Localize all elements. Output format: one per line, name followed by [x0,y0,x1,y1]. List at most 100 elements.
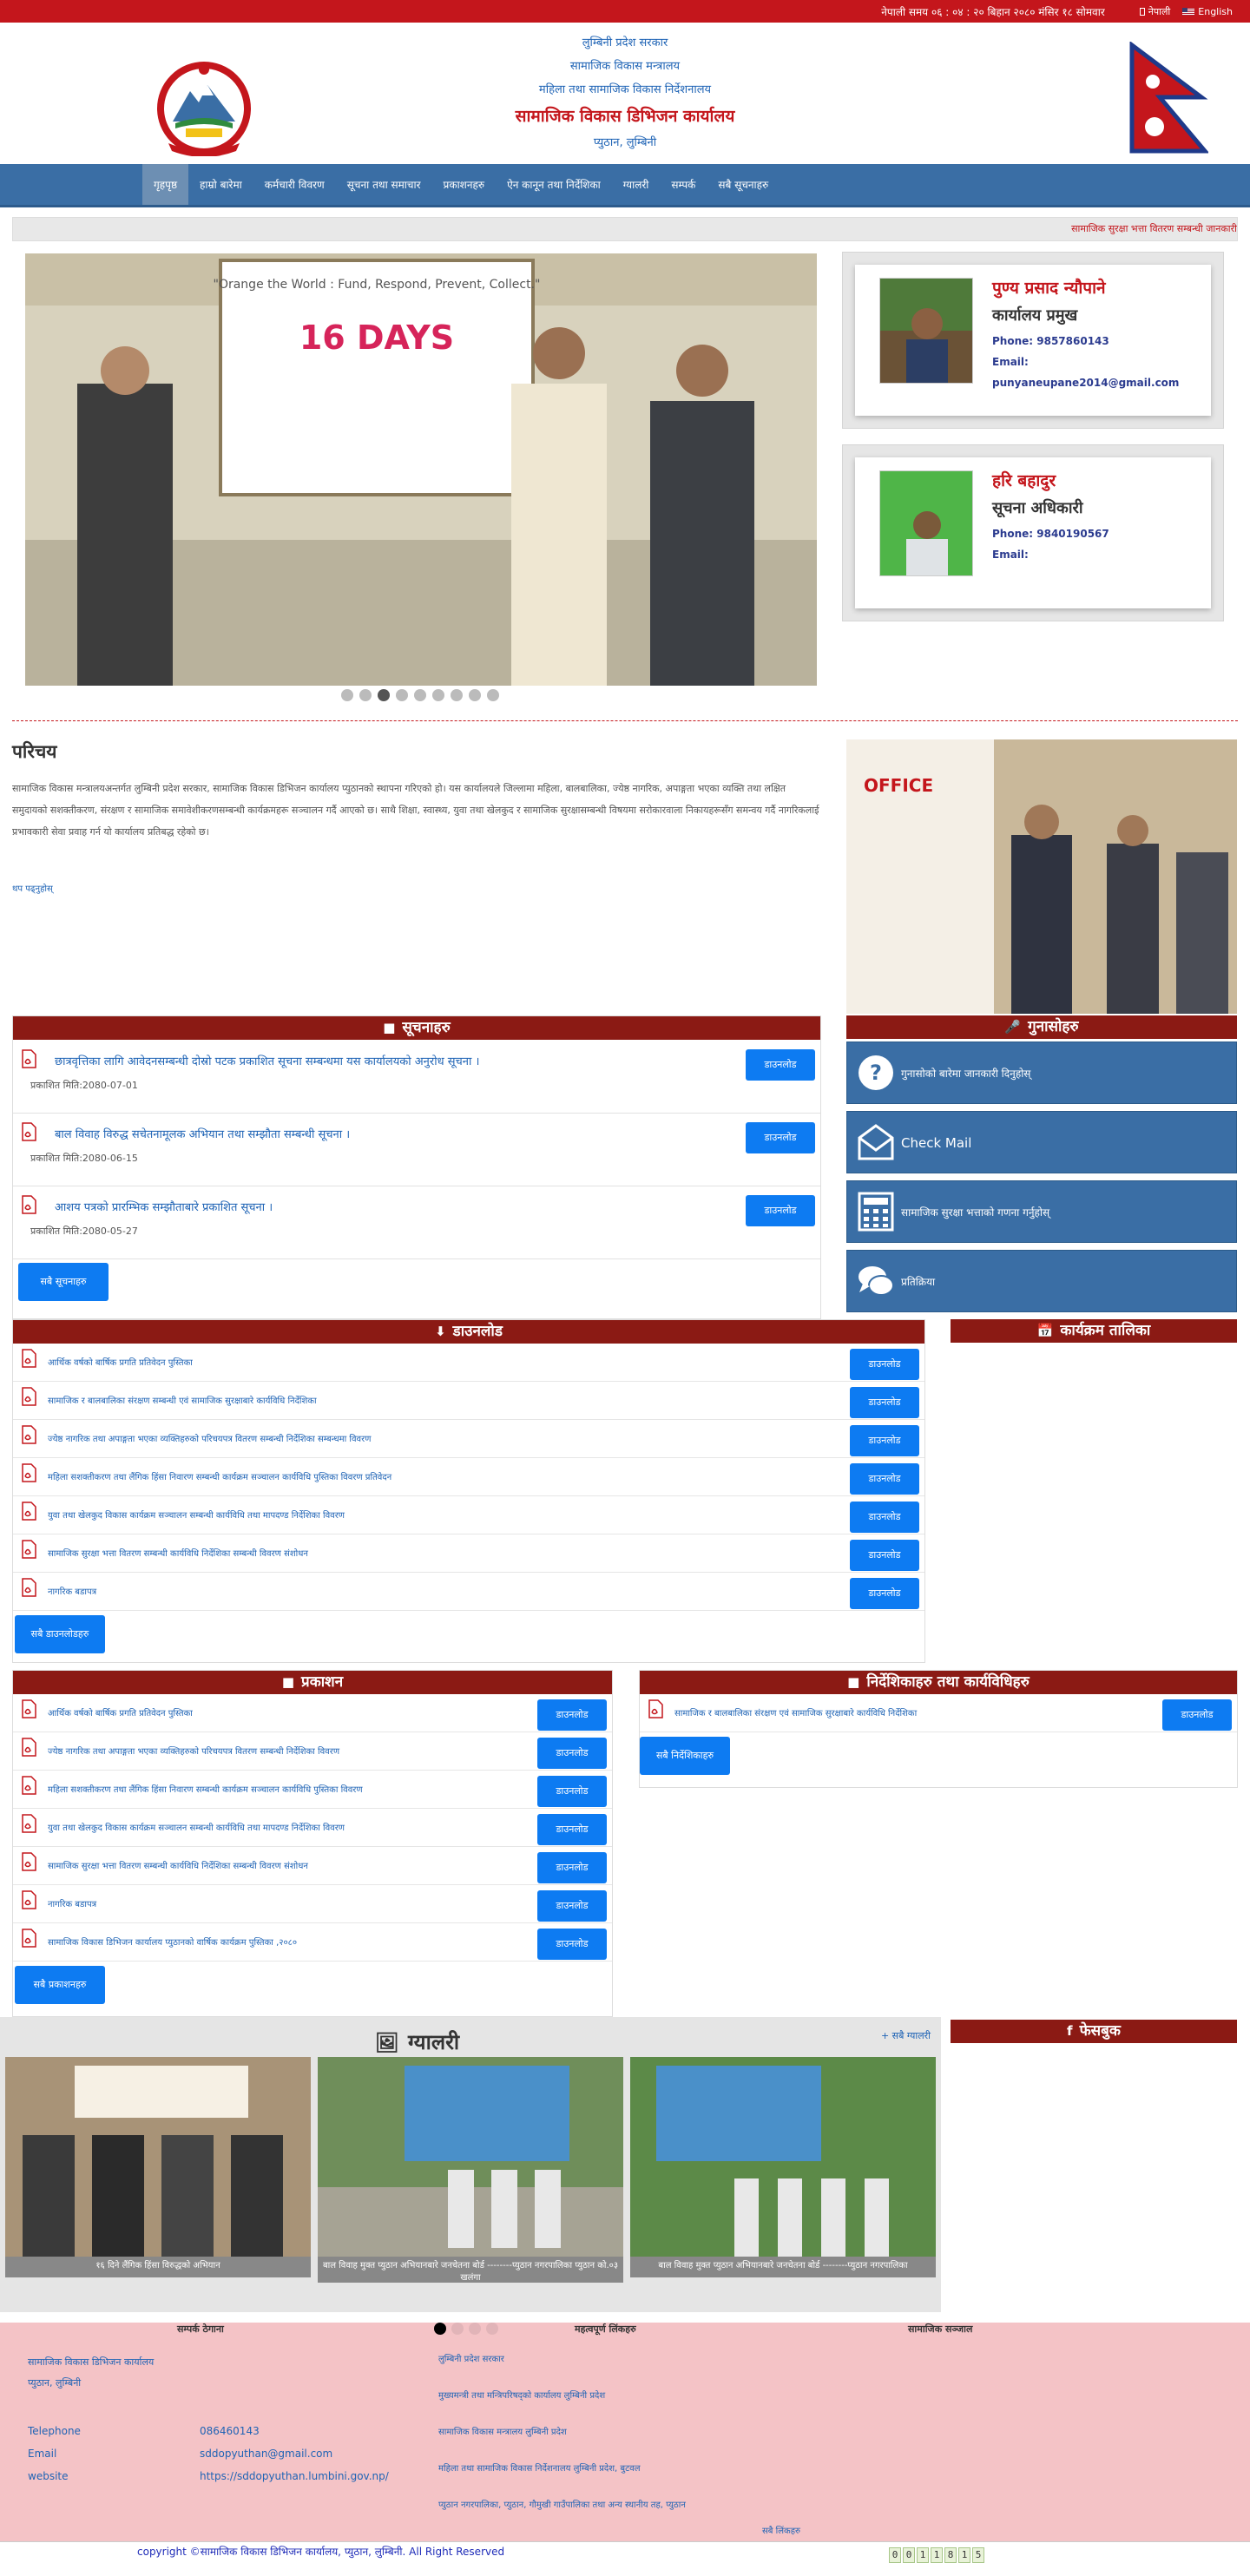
quick-link-item[interactable]: Check Mail [846,1111,1237,1173]
download-download-button[interactable]: डाउनलोड [850,1463,919,1495]
publication-download-button[interactable]: डाउनलोड [537,1776,607,1807]
official-post: कार्यालय प्रमुख [992,306,1078,325]
publication-title-link[interactable]: महिला सशक्तीकरण तथा लैंगिक हिंसा निवारण … [48,1783,363,1795]
footer-link[interactable]: लुम्बिनी प्रदेश सरकार [438,2352,504,2364]
image-icon: 🖼 [375,2033,399,2054]
all-notices-button[interactable]: सबै सूचनाहरु [18,1263,109,1301]
notice-date: प्रकाशित मिति:2080-07-01 [30,1080,138,1091]
footer-email-label: Email [28,2448,57,2460]
footer-email[interactable]: sddopyuthan@gmail.com [200,2448,332,2460]
quick-link-label: सामाजिक सुरक्षा भत्ताको गणना गर्नुहोस् [901,1206,1050,1219]
gallery-image[interactable] [5,2057,311,2257]
official-email[interactable]: Email: [992,544,1109,565]
official-name: हरि बहादुर [992,471,1056,490]
all-publications-button[interactable]: सबै प्रकाशनहरु [15,1966,105,2004]
publication-title-link[interactable]: युवा तथा खेलकुद विकास कार्यक्रम सञ्चालन … [48,1821,345,1833]
footer-telephone: 086460143 [200,2425,260,2437]
download-title-link[interactable]: नागरिक बडापत्र [48,1585,96,1597]
nav-item[interactable]: गृहपृष्ठ [142,164,189,205]
nav-item[interactable]: ग्यालरी [612,164,661,205]
hero-slider-image[interactable]: "Orange the World : Fund, Respond, Preve… [25,253,817,686]
plus-icon: + [880,2030,892,2041]
download-download-button[interactable]: डाउनलोड [850,1425,919,1456]
notice-title-link[interactable]: छात्रवृत्तिका लागि आवेदनसम्बन्धी दोस्रो … [55,1053,479,1068]
publication-download-button[interactable]: डाउनलोड [537,1890,607,1922]
section-divider [12,720,1238,721]
quick-link-item[interactable]: सामाजिक सुरक्षा भत्ताको गणना गर्नुहोस् [846,1180,1237,1243]
publication-download-button[interactable]: डाउनलोड [537,1929,607,1960]
quick-link-item[interactable]: ? गुनासोको बारेमा जानकारी दिनुहोस् [846,1042,1237,1104]
lang-nepali-link[interactable]: नेपाली [1139,5,1170,18]
nav-item[interactable]: ऐन कानून तथा निर्देशिका [496,164,612,205]
footer-all-links[interactable]: सबै लिंकहरु [762,2524,800,2536]
law-row: सामाजिक र बालबालिका संरक्षण एवं सामाजिक … [640,1694,1237,1732]
nav-item[interactable]: हाम्रो बारेमा [188,164,253,205]
download-title-link[interactable]: सामाजिक सुरक्षा भत्ता वितरण सम्बन्धी कार… [48,1547,308,1559]
footer-link[interactable]: मुख्यमन्त्री तथा मन्त्रिपरिषद्को कार्याल… [438,2389,605,2401]
publication-download-button[interactable]: डाउनलोड [537,1699,607,1731]
microphone-icon: 🎤 [1004,1019,1022,1035]
gallery-image[interactable] [318,2057,623,2257]
svg-text:OFFICE: OFFICE [864,775,933,796]
notice-download-button[interactable]: डाउनलोड [746,1049,815,1081]
publication-title-link[interactable]: सामाजिक विकास डिभिजन कार्यालय प्युठानको … [48,1935,297,1948]
publications-panel: ■ प्रकाशन आर्थिक वर्षको बार्षिक प्रगति प्… [12,1670,613,2017]
nav-item[interactable]: सबै सूचनाहरु [707,164,780,205]
counter-digit: 8 [944,2547,957,2563]
official-phone: Phone: 9857860143 [992,335,1109,347]
calendar-icon: 📅 [1036,1323,1054,1338]
download-title-link[interactable]: सामाजिक र बालबालिका संरक्षण सम्बन्धी एवं… [48,1394,317,1406]
gallery-image[interactable] [630,2057,936,2257]
nepal-flag-icon [1139,8,1145,16]
notice-title-link[interactable]: आशय पत्रको प्रारम्भिक सम्झौताबारे प्रकाश… [55,1199,273,1214]
all-downloads-button[interactable]: सबै डाउनलोडहरु [15,1615,105,1653]
pdf-icon [20,1540,37,1559]
download-row: सामाजिक सुरक्षा भत्ता वितरण सम्बन्धी कार… [13,1534,924,1573]
all-laws-button[interactable]: सबै निर्देशिकाहरु [640,1737,730,1775]
events-header: 📅 कार्यक्रम तालिका [951,1319,1237,1343]
download-row: ज्येष्ठ नागरिक तथा अपाङ्गता भएका व्यक्ति… [13,1420,924,1458]
publication-title-link[interactable]: सामाजिक सुरक्षा भत्ता वितरण सम्बन्धी कार… [48,1859,308,1871]
footer-website[interactable]: https://sddopyuthan.lumbini.gov.np/ [200,2470,389,2482]
publication-title-link[interactable]: नागरिक बडापत्र [48,1897,96,1909]
download-title-link[interactable]: ज्येष्ठ नागरिक तथा अपाङ्गता भएका व्यक्ति… [48,1432,371,1444]
footer-link[interactable]: सामाजिक विकास मन्त्रालय लुम्बिनी प्रदेश [438,2425,567,2437]
publication-title-link[interactable]: आर्थिक वर्षको बार्षिक प्रगति प्रतिवेदन प… [48,1706,193,1718]
publication-download-button[interactable]: डाउनलोड [537,1738,607,1769]
notice-title-link[interactable]: बाल विवाह विरुद्ध सचेतनामूलक अभियान तथा … [55,1126,350,1141]
publication-download-button[interactable]: डाउनलोड [537,1852,607,1883]
footer [0,2323,1250,2567]
download-title-link[interactable]: युवा तथा खेलकुद विकास कार्यक्रम सञ्चालन … [48,1508,345,1521]
nav-item[interactable]: प्रकाशनहरु [432,164,497,205]
lang-english-link[interactable]: English [1182,6,1233,17]
law-download-button[interactable]: डाउनलोड [1162,1699,1232,1731]
notice-download-button[interactable]: डाउनलोड [746,1122,815,1153]
law-title-link[interactable]: सामाजिक र बालबालिका संरक्षण एवं सामाजिक … [674,1706,917,1718]
publication-title-link[interactable]: ज्येष्ठ नागरिक तथा अपाङ्गता भएका व्यक्ति… [48,1745,339,1757]
copyright-bar: copyright ©सामाजिक विकास डिभिजन कार्यालय… [0,2541,1250,2567]
news-ticker[interactable]: सामाजिक सुरक्षा भत्ता वितरण सम्बन्धी जान… [12,217,1238,241]
quick-link-item[interactable]: प्रतिक्रिया [846,1250,1237,1312]
download-title-link[interactable]: आर्थिक वर्षको बार्षिक प्रगति प्रतिवेदन प… [48,1356,193,1368]
official-email[interactable]: Email: punyaneupane2014@gmail.com [992,352,1211,393]
nav-item[interactable]: सम्पर्क [660,164,707,205]
notice-download-button[interactable]: डाउनलोड [746,1195,815,1226]
download-download-button[interactable]: डाउनलोड [850,1578,919,1609]
download-download-button[interactable]: डाउनलोड [850,1387,919,1418]
download-title-link[interactable]: महिला सशक्तीकरण तथा लैंगिक हिंसा निवारण … [48,1470,391,1482]
gallery-section: 🖼 ग्यालरी + सबै ग्यालरी १६ दिने लैंगिक हि… [0,2017,941,2312]
slider-dots[interactable] [341,689,499,701]
all-gallery-link[interactable]: + सबै ग्यालरी [881,2029,931,2042]
footer-link[interactable]: महिला तथा सामाजिक विकास निर्देशनालय लुम्… [438,2461,640,2474]
nepali-datetime: नेपाली समय ०६ : ०४ : २० बिहान २०८० मंसिर… [881,5,1105,18]
download-download-button[interactable]: डाउनलोड [850,1540,919,1571]
publication-download-button[interactable]: डाउनलोड [537,1814,607,1845]
download-download-button[interactable]: डाउनलोड [850,1349,919,1380]
download-row: नागरिक बडापत्र डाउनलोड [13,1573,924,1611]
nav-item[interactable]: कर्मचारी विवरण [253,164,336,205]
download-download-button[interactable]: डाउनलोड [850,1502,919,1533]
intro-read-more-link[interactable]: थप पढ्नुहोस् [12,882,53,894]
footer-link[interactable]: प्युठान नगरपालिका, प्युठान, गौमुखी गाउँप… [438,2498,686,2510]
nav-item[interactable]: सूचना तथा समाचार [336,164,432,205]
gallery-dots[interactable] [434,2323,498,2335]
